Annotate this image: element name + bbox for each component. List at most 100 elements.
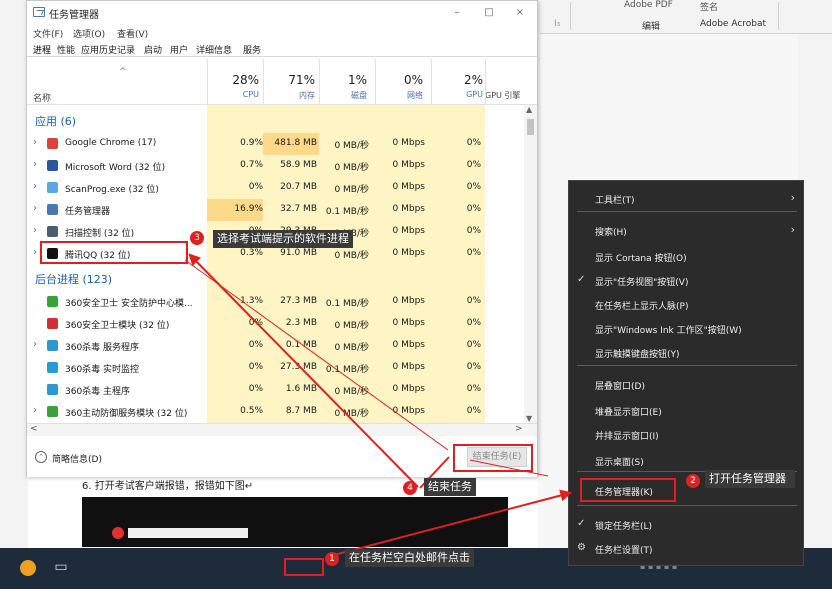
scroll-thumb[interactable] [527, 119, 534, 135]
chevron-up-icon[interactable]: ⌃ [35, 451, 47, 463]
ribbon-adobe-pdf[interactable]: Adobe PDF [624, 0, 673, 10]
ribbon-sign[interactable]: 签名 [700, 0, 718, 13]
gpu-percent[interactable]: 2% [443, 73, 483, 87]
annotation-callout-3: 选择考试端提示的软件进程 [213, 230, 353, 248]
context-item[interactable]: 并排显示窗口(I) [569, 423, 805, 447]
ribbon-edit-label: 编辑 [642, 22, 661, 32]
context-item[interactable]: 工具栏(T) › [569, 187, 805, 211]
close-button[interactable]: × [505, 4, 535, 22]
menu-bar: 文件(F) 选项(O) 查看(V) [27, 25, 537, 41]
horizontal-scrollbar[interactable]: < > [27, 423, 537, 436]
scroll-down-icon[interactable]: ▼ [526, 414, 532, 423]
context-item[interactable]: ✓ 锁定任务栏(L) [569, 513, 805, 537]
expand-chevron-icon[interactable]: › [33, 405, 37, 416]
expand-chevron-icon[interactable]: › [33, 339, 37, 350]
expand-chevron-icon[interactable]: › [33, 203, 37, 214]
annotation-badge-2: 2 [686, 474, 700, 488]
menu-view[interactable]: 查看(V) [117, 27, 148, 40]
context-item[interactable]: 显示 Cortana 按钮(O) [569, 245, 805, 269]
context-item-label: 锁定任务栏(L) [595, 522, 653, 532]
scroll-right-icon[interactable]: > [515, 424, 523, 434]
tab-services[interactable]: 服务 [243, 43, 261, 56]
menu-file[interactable]: 文件(F) [33, 27, 63, 40]
process-row[interactable]: 360杀毒 主程序 0% 1.6 MB 0 MB/秒 0 Mbps 0% [27, 379, 523, 401]
process-row[interactable]: › 360杀毒 服务程序 0% 0.1 MB 0 MB/秒 0 Mbps 0% [27, 335, 523, 357]
tab-details[interactable]: 详细信息 [196, 43, 232, 56]
context-item[interactable]: ⚙ 任务栏设置(T) [569, 537, 805, 561]
context-item-label: 显示 Cortana 按钮(O) [595, 254, 687, 264]
360-defense-icon [47, 406, 58, 417]
context-item[interactable]: 显示"Windows Ink 工作区"按钮(W) [569, 317, 805, 341]
context-item[interactable]: 层叠窗口(D) [569, 373, 805, 397]
expand-chevron-icon[interactable]: › [33, 159, 37, 170]
column-separator [207, 59, 208, 105]
process-row[interactable]: › 360主动防御服务模块 (32 位) 0.5% 8.7 MB 0 MB/秒 0 Mbp… [27, 401, 523, 423]
scroll-up-icon[interactable]: ▲ [526, 105, 532, 114]
context-item[interactable]: ✓ 显示"任务视图"按钮(V) [569, 269, 805, 293]
tab-startup[interactable]: 启动 [144, 43, 162, 56]
process-row[interactable]: › Google Chrome (17) 0.9% 481.8 MB 0 MB/秒 0 M… [27, 133, 523, 155]
process-net: 0 Mbps [392, 318, 425, 328]
fewer-details-link[interactable]: 简略信息(D) [52, 452, 102, 465]
process-row[interactable]: › Microsoft Word (32 位) 0.7% 58.9 MB 0 MB/秒 0… [27, 155, 523, 177]
column-headers: ^ 名称 28% CPU 71% 内存 1% 磁盘 0% 网络 2% GPU G… [27, 59, 537, 105]
process-cpu: 0% [248, 362, 263, 372]
minimize-button[interactable]: – [442, 4, 472, 22]
context-item-label: 在任务栏上显示人脉(P) [595, 302, 689, 312]
context-item[interactable]: 在任务栏上显示人脉(P) [569, 293, 805, 317]
column-separator [319, 59, 320, 105]
process-row[interactable]: 360安全卫士 安全防护中心模... 1.3% 27.3 MB 0.1 MB/秒 0 M… [27, 291, 523, 313]
tab-app-history[interactable]: 应用历史记录 [81, 43, 135, 56]
gpu-header[interactable]: GPU [443, 90, 483, 99]
sort-caret-icon[interactable]: ^ [119, 67, 127, 77]
process-row[interactable]: › ScanProg.exe (32 位) 0% 20.7 MB 0 MB/秒 0 Mbp… [27, 177, 523, 199]
menu-separator [577, 211, 797, 212]
context-item[interactable]: 堆叠显示窗口(E) [569, 399, 805, 423]
process-net: 0 Mbps [392, 362, 425, 372]
cpu-header[interactable]: CPU [219, 90, 259, 99]
expand-chevron-icon[interactable]: › [33, 225, 37, 236]
taskbar-task-manager-icon[interactable]: ▭ [52, 558, 70, 576]
tab-users[interactable]: 用户 [170, 43, 188, 56]
expand-chevron-icon[interactable]: › [33, 247, 37, 258]
group-apps[interactable]: 应用 (6) [35, 113, 76, 129]
process-cpu: 0% [248, 182, 263, 192]
process-row[interactable]: › 任务管理器 16.9% 32.7 MB 0.1 MB/秒 0 Mbps 0% [27, 199, 523, 221]
menu-options[interactable]: 选项(O) [73, 27, 105, 40]
process-row[interactable]: 360安全卫士模块 (32 位) 0% 2.3 MB 0 MB/秒 0 Mbps 0% [27, 313, 523, 335]
taskbar-app-icon[interactable] [20, 560, 36, 576]
error-bar [128, 528, 248, 538]
error-dot-icon [112, 527, 124, 539]
process-mem: 8.7 MB [285, 406, 317, 416]
process-gpu: 0% [466, 318, 481, 328]
tab-performance[interactable]: 性能 [57, 43, 75, 56]
process-cpu: 0% [248, 318, 263, 328]
gpu-engine-header[interactable]: GPU 引擎 [485, 90, 520, 101]
expand-chevron-icon[interactable]: › [33, 137, 37, 148]
process-gpu: 0% [466, 226, 481, 236]
tab-processes[interactable]: 进程 [33, 43, 51, 56]
maximize-button[interactable]: □ [474, 4, 504, 22]
column-separator [431, 59, 432, 105]
context-item[interactable]: 搜索(H) › [569, 219, 805, 243]
disk-header[interactable]: 磁盘 [327, 90, 367, 101]
process-row[interactable]: 360杀毒 实时监控 0% 27.3 MB 0.1 MB/秒 0 Mbps 0% [27, 357, 523, 379]
process-gpu: 0% [466, 248, 481, 258]
cpu-percent[interactable]: 28% [219, 73, 259, 87]
process-gpu: 0% [466, 406, 481, 416]
ribbon-separator [570, 2, 571, 30]
column-name[interactable]: 名称 [33, 91, 51, 104]
vertical-scrollbar[interactable]: ▲ ▼ [524, 105, 537, 423]
mem-header[interactable]: 内存 [275, 90, 315, 101]
expand-chevron-icon[interactable]: › [33, 181, 37, 192]
net-header[interactable]: 网络 [383, 90, 423, 101]
process-name: 扫描控制 (32 位) [65, 229, 135, 239]
net-percent[interactable]: 0% [383, 73, 423, 87]
mem-percent[interactable]: 71% [275, 73, 315, 87]
scroll-left-icon[interactable]: < [30, 424, 38, 434]
context-item[interactable]: 显示触摸键盘按钮(Y) [569, 341, 805, 365]
group-background[interactable]: 后台进程 (123) [35, 271, 112, 287]
disk-percent[interactable]: 1% [327, 73, 367, 87]
process-mem: 20.7 MB [280, 182, 317, 192]
process-gpu: 0% [466, 296, 481, 306]
